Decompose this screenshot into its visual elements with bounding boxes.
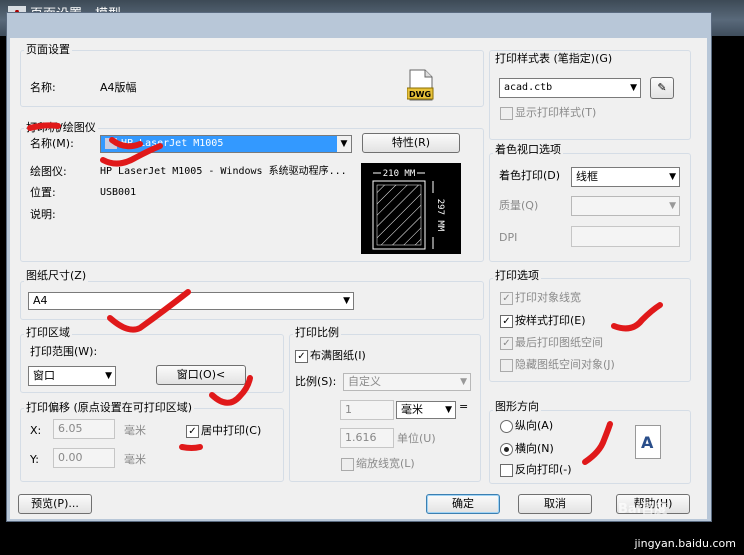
red-annotation-marks [27,122,663,465]
watermark-text: jingyan.baidu.com [634,537,736,550]
baidu-logo-watermark: Bai百度 [618,502,668,517]
